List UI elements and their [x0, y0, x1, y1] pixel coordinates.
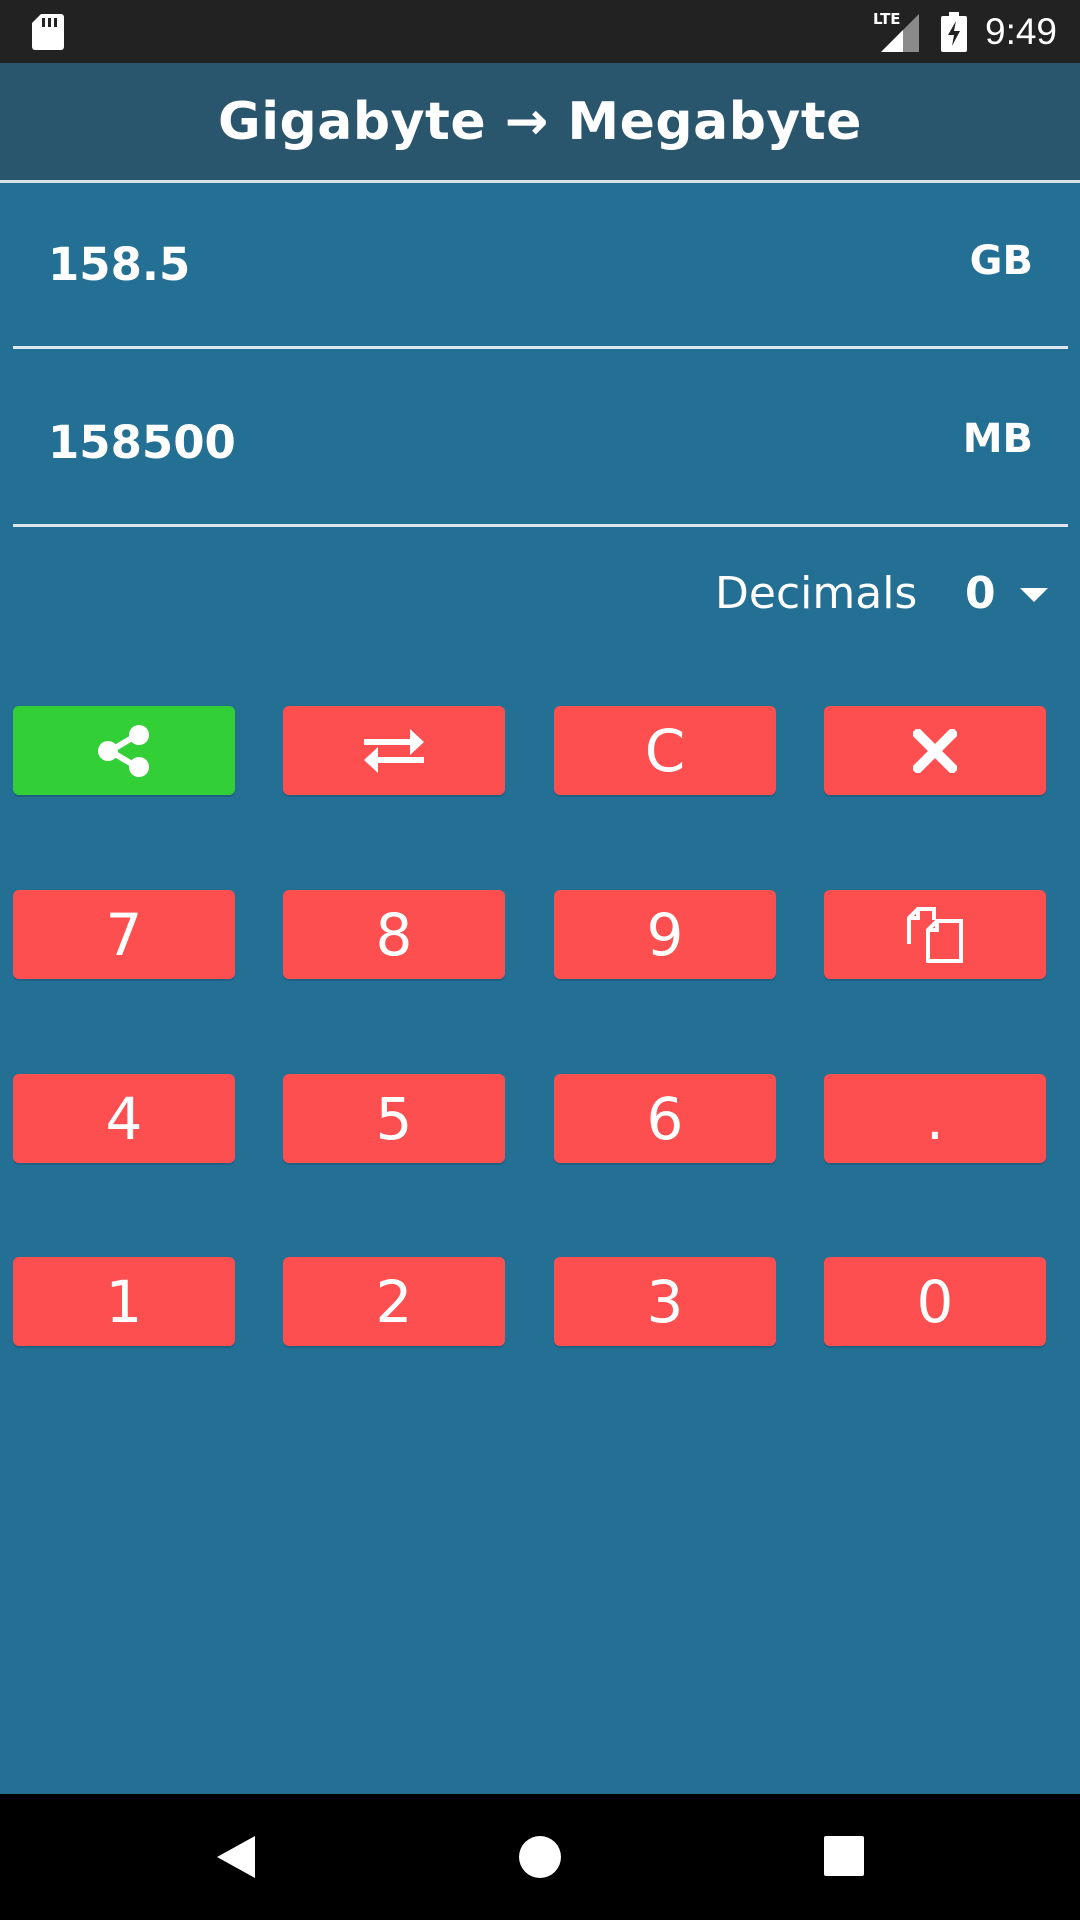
lte-signal-icon: LTE: [873, 10, 919, 52]
output-unit: MB: [962, 416, 1033, 462]
key-9[interactable]: 9: [554, 890, 776, 979]
key-5[interactable]: 5: [283, 1074, 505, 1163]
key-4[interactable]: 4: [13, 1074, 235, 1163]
share-icon: [98, 724, 149, 777]
status-bar: LTE 9:49: [0, 0, 1080, 63]
key-1-label: 1: [105, 1267, 143, 1336]
key-4-label: 4: [105, 1084, 143, 1153]
home-icon[interactable]: [518, 1835, 562, 1879]
share-button[interactable]: [13, 706, 235, 795]
key-5-label: 5: [375, 1084, 413, 1153]
battery-charging-icon: [941, 12, 967, 52]
sd-card-icon: [32, 14, 64, 50]
swap-button[interactable]: [283, 706, 505, 795]
clear-icon: [913, 728, 957, 773]
key-6[interactable]: 6: [554, 1074, 776, 1163]
key-8[interactable]: 8: [283, 890, 505, 979]
recents-icon[interactable]: [824, 1836, 864, 1876]
output-value[interactable]: 158500: [48, 416, 236, 469]
back-icon[interactable]: [215, 1834, 257, 1880]
key-0-label: 0: [916, 1267, 954, 1336]
app-bar: Gigabyte → Megabyte: [0, 63, 1080, 183]
key-3-label: 3: [646, 1267, 684, 1336]
input-field[interactable]: 158.5 GB: [13, 170, 1068, 349]
dropdown-arrow-icon[interactable]: [1020, 588, 1048, 604]
clear-all-button[interactable]: C: [554, 706, 776, 795]
decimals-selector[interactable]: Decimals 0: [700, 560, 1070, 630]
decimal-point-button[interactable]: .: [824, 1074, 1046, 1163]
status-time: 9:49: [985, 11, 1058, 52]
key-2-label: 2: [375, 1267, 413, 1336]
backspace-button[interactable]: [824, 706, 1046, 795]
key-7-label: 7: [105, 900, 143, 969]
key-2[interactable]: 2: [283, 1257, 505, 1346]
input-value[interactable]: 158.5: [48, 238, 190, 291]
input-unit: GB: [969, 238, 1033, 284]
decimals-label: Decimals: [715, 568, 918, 619]
svg-text:LTE: LTE: [873, 10, 901, 28]
decimal-point-label: .: [925, 1084, 945, 1153]
swap-icon: [364, 728, 424, 773]
navigation-bar: [0, 1794, 1080, 1920]
key-1[interactable]: 1: [13, 1257, 235, 1346]
clear-all-label: C: [644, 716, 686, 785]
key-8-label: 8: [375, 900, 413, 969]
copy-icon: [907, 906, 963, 963]
output-field[interactable]: 158500 MB: [13, 348, 1068, 527]
page-title: Gigabyte → Megabyte: [218, 91, 862, 152]
copy-button[interactable]: [824, 890, 1046, 979]
key-0[interactable]: 0: [824, 1257, 1046, 1346]
key-3[interactable]: 3: [554, 1257, 776, 1346]
key-9-label: 9: [646, 900, 684, 969]
key-6-label: 6: [646, 1084, 684, 1153]
key-7[interactable]: 7: [13, 890, 235, 979]
decimals-value[interactable]: 0: [965, 568, 996, 619]
